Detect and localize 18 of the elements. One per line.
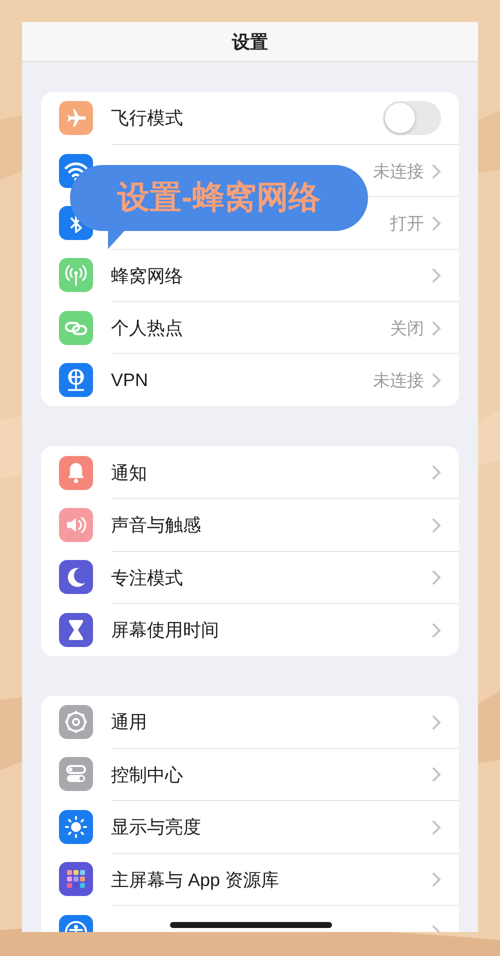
row-label: 个人热点 [111, 317, 184, 340]
row-value: 未连接 [373, 160, 424, 183]
row-label: 通用 [111, 711, 148, 734]
row-label: 主屏幕与 App 资源库 [111, 868, 280, 892]
row-value: 打开 [390, 212, 424, 235]
row-value: 未连接 [373, 370, 424, 392]
screen-title: 设置 [232, 30, 268, 54]
row-value: 关闭 [390, 318, 424, 340]
row-label: 屏幕使用时间 [111, 619, 220, 642]
row-label: 显示与亮度 [111, 816, 202, 840]
row-label: 蜂窝网络 [111, 264, 184, 288]
callout-tooltip: 设置-蜂窝网络 [70, 165, 368, 231]
row-label: 控制中心 [111, 764, 184, 787]
row-label: VPN [111, 370, 150, 392]
row-label: 专注模式 [111, 566, 184, 590]
row-label: 声音与触感 [111, 514, 202, 538]
row-label: 飞行模式 [111, 107, 184, 130]
row-label: 通知 [111, 462, 148, 485]
